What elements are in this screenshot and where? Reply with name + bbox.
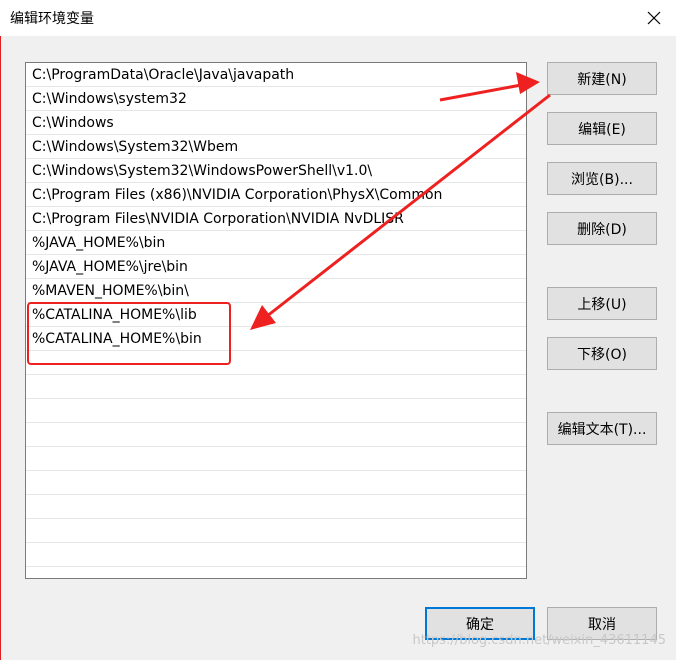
path-list-item[interactable]: %MAVEN_HOME%\bin\ — [26, 279, 526, 303]
path-list-empty-row[interactable] — [26, 471, 526, 495]
path-list-empty-row[interactable] — [26, 519, 526, 543]
path-list-empty-row[interactable] — [26, 423, 526, 447]
path-list-item[interactable]: %CATALINA_HOME%\lib — [26, 303, 526, 327]
path-list-item[interactable]: C:\ProgramData\Oracle\Java\javapath — [26, 63, 526, 87]
dialog-title: 编辑环境变量 — [10, 11, 94, 27]
path-listbox[interactable]: C:\ProgramData\Oracle\Java\javapath C:\Wi… — [25, 62, 527, 579]
path-list-item[interactable]: C:\Windows\System32\WindowsPowerShell\v1… — [26, 159, 526, 183]
edit-env-var-dialog: 编辑环境变量 C:\ProgramData\Oracle\Java\javapa… — [0, 0, 676, 660]
window-edge — [0, 0, 1, 660]
close-icon — [647, 11, 661, 25]
title-bar: 编辑环境变量 — [0, 0, 676, 36]
edit-button[interactable]: 编辑(E) — [547, 112, 657, 145]
path-list-empty-row[interactable] — [26, 495, 526, 519]
move-up-button[interactable]: 上移(U) — [547, 287, 657, 320]
new-button[interactable]: 新建(N) — [547, 62, 657, 95]
close-button[interactable] — [640, 4, 668, 32]
path-list-empty-row[interactable] — [26, 375, 526, 399]
path-list-item[interactable]: %CATALINA_HOME%\bin — [26, 327, 526, 351]
browse-button[interactable]: 浏览(B)... — [547, 162, 657, 195]
path-list-item[interactable]: C:\Program Files (x86)\NVIDIA Corporatio… — [26, 183, 526, 207]
path-list-item[interactable]: C:\Windows\system32 — [26, 87, 526, 111]
watermark: https://blog.csdn.net/weixin_43611145 — [412, 633, 666, 648]
path-list-item[interactable]: C:\Windows\System32\Wbem — [26, 135, 526, 159]
edit-text-button[interactable]: 编辑文本(T)... — [547, 412, 657, 445]
path-list-item[interactable]: C:\Windows — [26, 111, 526, 135]
path-list-empty-row[interactable] — [26, 543, 526, 567]
path-list-empty-row[interactable] — [26, 399, 526, 423]
path-list-empty-row[interactable] — [26, 351, 526, 375]
path-list-item[interactable]: C:\Program Files\NVIDIA Corporation\NVID… — [26, 207, 526, 231]
delete-button[interactable]: 删除(D) — [547, 212, 657, 245]
path-list-empty-row[interactable] — [26, 447, 526, 471]
move-down-button[interactable]: 下移(O) — [547, 337, 657, 370]
path-list-item[interactable]: %JAVA_HOME%\jre\bin — [26, 255, 526, 279]
path-list-item[interactable]: %JAVA_HOME%\bin — [26, 231, 526, 255]
